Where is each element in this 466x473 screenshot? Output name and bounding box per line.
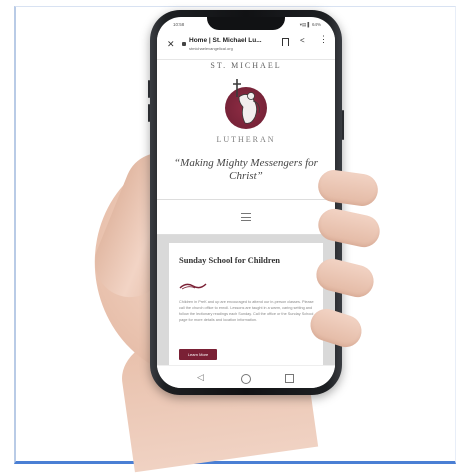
browser-address-bar[interactable]: ✕ Home | St. Michael Lu... stmichaelevan… [157,31,335,60]
lock-icon [182,42,186,46]
church-name: LUTHERAN [216,135,276,144]
learn-more-button[interactable]: Learn More [179,349,217,360]
page-url[interactable]: stmichaelevangelical.org [189,46,233,51]
power-button [342,110,344,140]
close-icon[interactable]: ✕ [167,39,175,50]
content-section: Sunday School for Children Children in P… [157,235,335,369]
status-icons: ▾▤ ▌ 64% [299,22,321,27]
back-icon[interactable]: ◁ [197,372,204,383]
more-options-icon[interactable]: ⋮ [319,35,328,44]
site-name[interactable]: ST. MICHAEL [157,61,335,70]
card-body-text: Children in PreK and up are encouraged t… [179,300,314,322]
bookmark-icon[interactable] [282,38,289,46]
angel-logo-icon [233,79,260,124]
sunday-school-card: Sunday School for Children Children in P… [169,243,323,369]
tab-title: Home | St. Michael Lu... [189,37,262,44]
share-icon[interactable]: < [300,36,305,45]
hamburger-menu-icon[interactable] [241,213,251,221]
status-time: 10:58 [173,22,185,27]
recent-apps-icon[interactable] [285,374,294,383]
phone-screen: 10:58 ▾▤ ▌ 64% ✕ Home | St. Michael Lu..… [157,17,335,388]
smartphone: 10:58 ▾▤ ▌ 64% ✕ Home | St. Michael Lu..… [148,10,344,395]
volume-up-button [148,80,150,98]
phone-notch [207,17,285,30]
android-navigation-bar: ◁ [157,365,335,388]
home-icon[interactable] [241,374,251,384]
divider [157,199,335,200]
volume-down-button [148,104,150,122]
site-tagline: “Making Mighty Messengers for Christ” [174,157,318,182]
flourish-ornament-icon [179,283,207,290]
card-title: Sunday School for Children [179,255,281,265]
